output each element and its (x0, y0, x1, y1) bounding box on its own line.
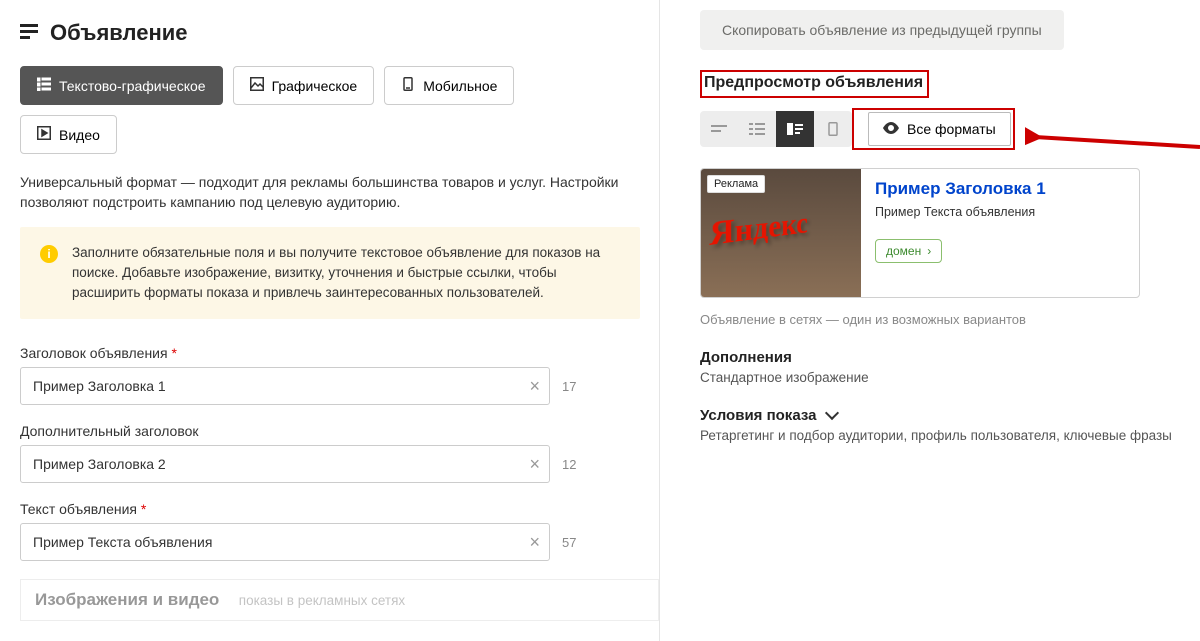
extensions-title: Дополнения (700, 349, 1200, 366)
list-icon (37, 77, 51, 94)
yandex-logo-icon: Яндекс (709, 205, 807, 253)
headline-input[interactable] (20, 367, 550, 405)
infobox: i Заполните обязательные поля и вы получ… (20, 227, 640, 320)
ad-preview-card: Реклама Яндекс Пример Заголовка 1 Пример… (700, 168, 1140, 298)
headline-counter: 17 (562, 379, 576, 394)
media-subtitle: показы в рекламных сетях (239, 593, 405, 608)
format-card[interactable] (776, 111, 814, 147)
media-title: Изображения и видео (35, 590, 219, 610)
format-description: Универсальный формат — подходит для рекл… (20, 172, 620, 213)
chevron-down-icon (821, 407, 837, 424)
ad-thumbnail: Реклама Яндекс (701, 169, 861, 297)
tab-label: Текстово-графическое (59, 78, 206, 94)
tab-label: Мобильное (423, 78, 497, 94)
subheadline-counter: 12 (562, 457, 576, 472)
subheadline-label: Дополнительный заголовок (20, 423, 659, 439)
format-title-only[interactable] (700, 111, 738, 147)
adtext-counter: 57 (562, 535, 576, 550)
clear-icon[interactable]: × (529, 533, 540, 551)
extensions-line: Стандартное изображение (700, 370, 1200, 385)
media-section: Изображения и видео показы в рекламных с… (20, 579, 659, 621)
conditions-title[interactable]: Условия показа (700, 407, 1200, 424)
format-mobile[interactable] (814, 111, 852, 147)
page-title: Объявление (50, 20, 188, 46)
infobox-text: Заполните обязательные поля и вы получит… (72, 243, 620, 304)
all-formats-button[interactable]: Все форматы (868, 112, 1011, 146)
ad-preview-text: Пример Текста объявления (875, 205, 1125, 219)
copy-ad-button[interactable]: Скопировать объявление из предыдущей гру… (700, 10, 1064, 50)
mobile-icon (401, 77, 415, 94)
subheadline-input[interactable] (20, 445, 550, 483)
chevron-right-icon: › (927, 244, 931, 258)
clear-icon[interactable]: × (529, 377, 540, 395)
tab-video[interactable]: Видео (20, 115, 117, 154)
ad-domain-button[interactable]: домен › (875, 239, 942, 263)
adtext-input[interactable] (20, 523, 550, 561)
ad-preview-title: Пример Заголовка 1 (875, 179, 1125, 199)
tab-label: Графическое (272, 78, 358, 94)
play-icon (37, 126, 51, 143)
clear-icon[interactable]: × (529, 455, 540, 473)
all-formats-label: Все форматы (907, 121, 996, 137)
tab-text-graphic[interactable]: Текстово-графическое (20, 66, 223, 105)
info-icon: i (40, 245, 58, 263)
preview-note: Объявление в сетях — один из возможных в… (700, 312, 1200, 327)
reorder-icon (20, 24, 38, 43)
headline-label: Заголовок объявления (20, 345, 659, 361)
conditions-line: Ретаргетинг и подбор аудитории, профиль … (700, 428, 1200, 443)
tab-graphic[interactable]: Графическое (233, 66, 375, 105)
domain-label: домен (886, 244, 921, 258)
adtext-label: Текст объявления (20, 501, 659, 517)
tab-mobile[interactable]: Мобильное (384, 66, 514, 105)
eye-icon (883, 121, 899, 137)
preview-format-group (700, 111, 852, 147)
ad-tag: Реклама (707, 175, 765, 193)
format-list[interactable] (738, 111, 776, 147)
tab-label: Видео (59, 127, 100, 143)
preview-title: Предпросмотр объявления (700, 70, 929, 98)
image-icon (250, 77, 264, 94)
